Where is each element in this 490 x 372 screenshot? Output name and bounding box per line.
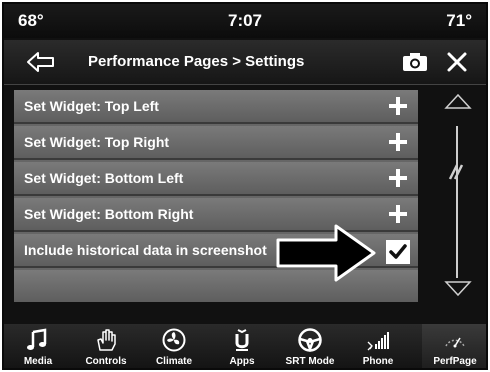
- list-item-widget-top-left[interactable]: Set Widget: Top Left: [14, 90, 418, 124]
- clock: 7:07: [227, 11, 263, 30]
- list-item-widget-top-right[interactable]: Set Widget: Top Right: [14, 126, 418, 160]
- nav-item-phone[interactable]: Phone: [348, 324, 408, 368]
- list-item-widget-bottom-left[interactable]: Set Widget: Bottom Left: [14, 162, 418, 196]
- scrollbar-thumb[interactable]: [444, 164, 470, 180]
- nav-item-climate[interactable]: Climate: [144, 324, 204, 368]
- title-bar: Performance Pages > Settings: [4, 40, 486, 85]
- camera-icon[interactable]: [402, 52, 428, 72]
- passenger-temperature[interactable]: 71°: [446, 11, 472, 31]
- bottom-nav: Media Controls Climate Apps SRT Mode Pho…: [4, 324, 486, 368]
- nav-label: Apps: [229, 356, 255, 367]
- hand-icon: [97, 329, 116, 351]
- nav-label: SRT Mode: [285, 356, 335, 367]
- back-arrow-icon[interactable]: [26, 49, 56, 75]
- fan-icon: [162, 328, 186, 352]
- scroll-down-arrow-icon[interactable]: [444, 280, 472, 298]
- plus-icon[interactable]: [388, 168, 408, 188]
- scrollbar-track[interactable]: [456, 126, 458, 278]
- nav-item-media[interactable]: Media: [8, 324, 68, 368]
- plus-icon[interactable]: [388, 204, 408, 224]
- plus-icon[interactable]: [388, 132, 408, 152]
- infotainment-screen: 68° 7:07 71° Performance Pages > Setting…: [2, 2, 488, 370]
- checkmark-icon: [389, 244, 407, 259]
- nav-label: PerfPage: [433, 356, 477, 367]
- nav-label: Phone: [362, 356, 394, 367]
- status-bar: 68° 7:07 71°: [4, 4, 486, 38]
- phone-bluetooth-icon: [367, 332, 389, 351]
- list-item-label: Set Widget: Top Right: [24, 134, 170, 150]
- list-item-label: Set Widget: Bottom Left: [24, 170, 184, 186]
- nav-label: Climate: [155, 356, 193, 367]
- historical-data-checkbox[interactable]: [386, 240, 410, 264]
- list-item-label: Set Widget: Top Left: [24, 98, 159, 114]
- plus-icon[interactable]: [388, 96, 408, 116]
- nav-label: Controls: [85, 356, 127, 367]
- music-note-icon: [27, 328, 47, 350]
- list-item-label: Set Widget: Bottom Right: [24, 206, 194, 222]
- page-title: Performance Pages > Settings: [88, 53, 305, 70]
- nav-item-apps[interactable]: Apps: [212, 324, 272, 368]
- apps-icon: [235, 329, 249, 351]
- nav-item-perfpage[interactable]: PerfPage: [422, 324, 486, 368]
- perfpage-icon: [445, 337, 465, 348]
- nav-label: Media: [23, 356, 53, 367]
- pointer-arrow-icon: [276, 224, 376, 282]
- nav-item-controls[interactable]: Controls: [76, 324, 136, 368]
- nav-item-srt-mode[interactable]: SRT Mode: [280, 324, 340, 368]
- close-icon[interactable]: [446, 51, 468, 73]
- scroll-up-arrow-icon[interactable]: [444, 92, 472, 110]
- steering-wheel-icon: [298, 328, 322, 352]
- list-item-label: Include historical data in screenshot: [24, 242, 267, 258]
